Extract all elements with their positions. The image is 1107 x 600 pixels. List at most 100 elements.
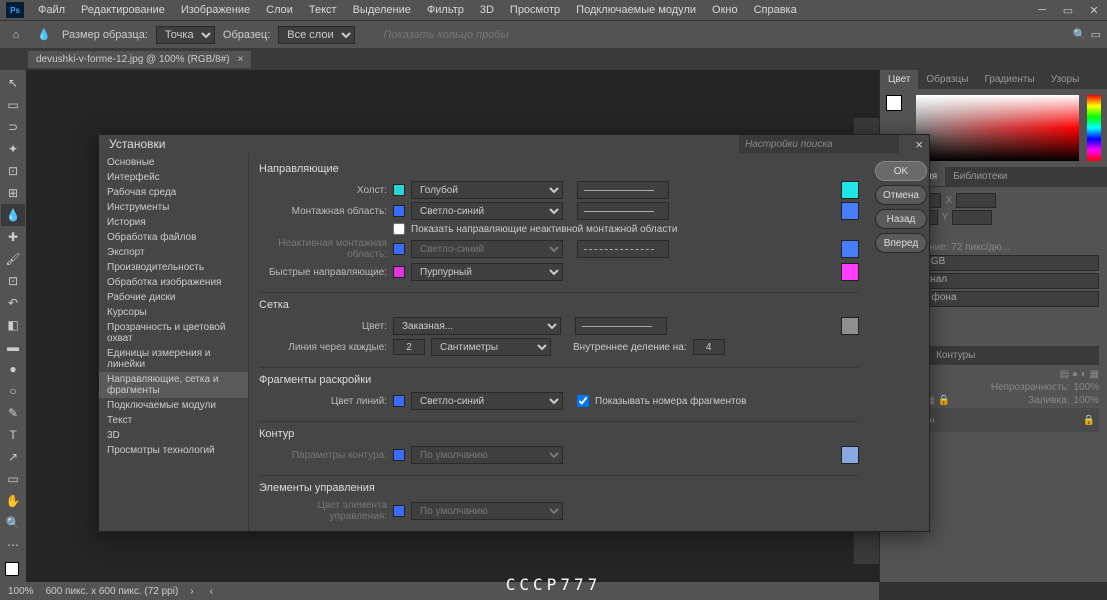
menu-select[interactable]: Выделение xyxy=(345,2,419,18)
artboard-guide-big-swatch[interactable] xyxy=(841,202,859,220)
slices-color-select[interactable]: Светло-синий xyxy=(411,392,563,410)
artboard-guide-style[interactable] xyxy=(577,202,669,220)
dialog-close-icon[interactable]: × xyxy=(915,137,923,152)
menu-view[interactable]: Просмотр xyxy=(502,2,568,18)
tab-libraries[interactable]: Библиотеки xyxy=(945,167,1015,186)
back-button[interactable]: Назад xyxy=(875,209,927,229)
menu-layers[interactable]: Слои xyxy=(258,2,301,18)
zoom-tool[interactable]: 🔍 xyxy=(1,512,25,534)
pen-tool[interactable]: ✎ xyxy=(1,402,25,424)
nav-item[interactable]: Экспорт xyxy=(99,245,248,260)
crop-tool[interactable]: ⊡ xyxy=(1,160,25,182)
menu-file[interactable]: Файл xyxy=(30,2,73,18)
canvas-guide-big-swatch[interactable] xyxy=(841,181,859,199)
sample-size-select[interactable]: Точка xyxy=(156,26,215,44)
tab-swatches[interactable]: Образцы xyxy=(918,70,976,89)
nav-item[interactable]: Рабочие диски xyxy=(99,290,248,305)
wand-tool[interactable]: ✦ xyxy=(1,138,25,160)
artboard-guide-select[interactable]: Светло-синий xyxy=(411,202,563,220)
home-icon[interactable]: ⌂ xyxy=(6,25,26,45)
grid-style[interactable] xyxy=(575,317,667,335)
menu-plugins[interactable]: Подключаемые модули xyxy=(568,2,704,18)
move-tool[interactable]: ↖ xyxy=(1,72,25,94)
grid-big-swatch[interactable] xyxy=(841,317,859,335)
tab-gradients[interactable]: Градиенты xyxy=(976,70,1042,89)
nav-item[interactable]: История xyxy=(99,215,248,230)
stamp-tool[interactable]: ⊡ xyxy=(1,270,25,292)
grid-line-value[interactable] xyxy=(393,339,425,355)
menu-filter[interactable]: Фильтр xyxy=(419,2,472,18)
path-opts-select[interactable]: По умолчанию xyxy=(411,446,563,464)
hue-slider[interactable] xyxy=(1087,95,1101,161)
brush-tool[interactable]: 🖌 xyxy=(1,248,25,270)
close-tab-icon[interactable]: × xyxy=(238,54,244,65)
slices-show-checkbox[interactable] xyxy=(577,395,589,407)
smart-guide-big-swatch[interactable] xyxy=(841,263,859,281)
smart-guide-select[interactable]: Пурпурный xyxy=(411,263,563,281)
history-brush-tool[interactable]: ↶ xyxy=(1,292,25,314)
menu-text[interactable]: Текст xyxy=(301,2,345,18)
grid-sub-value[interactable] xyxy=(693,339,725,355)
canvas-guide-style[interactable] xyxy=(577,181,669,199)
lasso-tool[interactable]: ⊃ xyxy=(1,116,25,138)
more-tool[interactable]: ⋯ xyxy=(1,534,25,556)
close-button[interactable]: ✕ xyxy=(1081,0,1107,20)
x-input[interactable] xyxy=(956,193,996,208)
inactive-artboard-big-swatch[interactable] xyxy=(841,240,859,258)
bg-color-select[interactable]: Цвет фона xyxy=(901,291,1099,307)
eyedropper-icon[interactable]: 💧 xyxy=(34,25,54,45)
sample-select[interactable]: Все слои xyxy=(278,26,355,44)
dodge-tool[interactable]: ○ xyxy=(1,380,25,402)
doc-info-arrow[interactable]: › xyxy=(190,586,193,597)
menu-edit[interactable]: Редактирование xyxy=(73,2,173,18)
menu-3d[interactable]: 3D xyxy=(472,2,502,18)
nav-item[interactable]: Направляющие, сетка и фрагменты xyxy=(99,372,248,398)
nav-item[interactable]: Единицы измерения и линейки xyxy=(99,346,248,372)
maximize-button[interactable]: ▭ xyxy=(1055,0,1081,20)
path-big-swatch[interactable] xyxy=(841,446,859,464)
minimize-button[interactable]: ─ xyxy=(1029,0,1055,20)
nav-item[interactable]: Обработка изображения xyxy=(99,275,248,290)
foreground-background-colors[interactable] xyxy=(3,560,23,580)
menu-window[interactable]: Окно xyxy=(704,2,746,18)
frame-tool[interactable]: ⊞ xyxy=(1,182,25,204)
ok-button[interactable]: OK xyxy=(875,161,927,181)
workspace-icon[interactable]: ▭ xyxy=(1091,28,1101,41)
nav-item[interactable]: Подключаемые модули xyxy=(99,398,248,413)
eraser-tool[interactable]: ◧ xyxy=(1,314,25,336)
panel-fgbg-colors[interactable] xyxy=(886,95,908,117)
y-input[interactable] xyxy=(952,210,992,225)
nav-item[interactable]: Обработка файлов xyxy=(99,230,248,245)
canvas-guide-select[interactable]: Голубой xyxy=(411,181,563,199)
document-tab[interactable]: devushki-v-forme-12.jpg @ 100% (RGB/8#) … xyxy=(28,51,251,68)
nav-item[interactable]: Текст xyxy=(99,413,248,428)
path-tool[interactable]: ↗ xyxy=(1,446,25,468)
shape-tool[interactable]: ▭ xyxy=(1,468,25,490)
nav-item[interactable]: Интерфейс xyxy=(99,170,248,185)
blur-tool[interactable]: ● xyxy=(1,358,25,380)
nav-item[interactable]: Просмотры технологий xyxy=(99,443,248,458)
forward-button[interactable]: Вперед xyxy=(875,233,927,253)
nav-left[interactable]: ‹ xyxy=(210,586,213,597)
tab-paths[interactable]: Контуры xyxy=(928,346,983,365)
cancel-button[interactable]: Отмена xyxy=(875,185,927,205)
nav-item[interactable]: Рабочая среда xyxy=(99,185,248,200)
inactive-guides-checkbox[interactable] xyxy=(393,223,405,235)
menu-image[interactable]: Изображение xyxy=(173,2,258,18)
tab-color[interactable]: Цвет xyxy=(880,70,918,89)
zoom-level[interactable]: 100% xyxy=(8,586,34,597)
nav-item[interactable]: Основные xyxy=(99,155,248,170)
grid-color-select[interactable]: Заказная... xyxy=(393,317,561,335)
tab-patterns[interactable]: Узоры xyxy=(1043,70,1088,89)
nav-item[interactable]: Прозрачность и цветовой охват xyxy=(99,320,248,346)
gradient-tool[interactable]: ▬ xyxy=(1,336,25,358)
search-icon[interactable]: 🔍 xyxy=(1073,28,1087,41)
nav-item[interactable]: 3D xyxy=(99,428,248,443)
menu-help[interactable]: Справка xyxy=(746,2,805,18)
marquee-tool[interactable]: ▭ xyxy=(1,94,25,116)
eyedropper-tool[interactable]: 💧 xyxy=(1,204,25,226)
dialog-search-input[interactable]: Настройки поиска xyxy=(739,135,899,153)
type-tool[interactable]: T xyxy=(1,424,25,446)
healing-tool[interactable]: ✚ xyxy=(1,226,25,248)
color-field[interactable] xyxy=(916,95,1079,161)
